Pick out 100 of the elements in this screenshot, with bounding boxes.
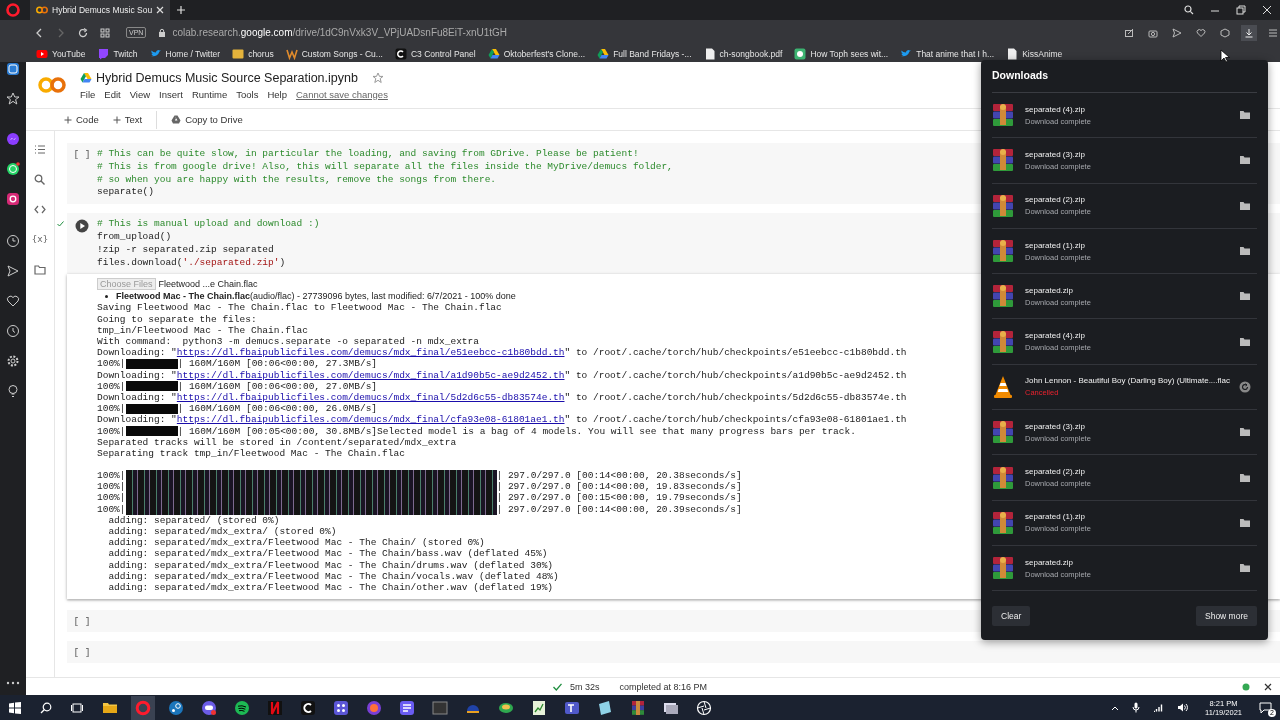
bookmark[interactable]: C3 Control Panel [394,47,476,60]
spreadsheet-icon[interactable] [531,699,547,716]
camera-icon[interactable] [1148,27,1158,38]
save-notice-link[interactable]: Cannot save changes [296,88,388,100]
code-editor[interactable]: # This is manual upload and download :) from_upload() !zip -r separated.zip separated files.download('./separated.zip') [97,218,320,270]
workspace-icon[interactable] [6,62,20,76]
star-icon[interactable] [371,71,384,84]
settings-icon[interactable] [6,354,20,368]
code-icon[interactable] [34,204,46,215]
aperture-icon[interactable] [696,699,712,716]
more-icon[interactable] [6,681,20,685]
task-view-icon[interactable] [71,701,83,714]
speaker-icon[interactable] [1177,703,1188,712]
back-icon[interactable] [34,27,44,38]
archive-icon [992,148,1014,173]
menu-item[interactable]: Edit [104,88,121,100]
search-icon[interactable] [40,701,52,714]
bookmark[interactable]: That anime that I h... [900,47,995,60]
run-button-icon[interactable] [75,219,89,234]
browser-tab[interactable]: Hybrid Demucs Music Sou [30,0,170,20]
url-link[interactable]: https://dl.fbaipublicfiles.com/demucs/mdx_final/5d2d6c55-db83574e.th [176,391,565,404]
clock-icon[interactable] [6,234,20,248]
clear-button[interactable]: Clear [992,605,1031,626]
retry-icon[interactable] [1239,380,1251,393]
folder-icon[interactable] [1239,246,1251,257]
windows-start-icon[interactable] [9,701,21,714]
reload-icon[interactable] [78,27,88,38]
archive-icon [992,284,1014,309]
history-icon[interactable] [6,324,20,338]
log-line: adding: separated/mdx_extra/Fleetwood Mac - The Chain/drums.wav (deflated 30%) [107,559,554,571]
note-icon[interactable] [597,699,613,716]
log-line: adding: separated/mdx_extra/ (stored 0%) [107,526,337,538]
wifi-icon[interactable] [1153,703,1164,712]
send-icon[interactable] [6,264,20,278]
folder-icon[interactable] [1239,155,1251,166]
log-line: tmp_in/Fleetwood Mac - The Chain.flac [97,324,308,336]
lightbulb-icon[interactable] [6,384,20,398]
bookmark[interactable]: Twitch [97,47,138,60]
close-icon[interactable] [1264,682,1272,691]
heart-icon[interactable] [6,294,20,308]
show-more-button[interactable]: Show more [1196,605,1257,626]
cell-marker[interactable]: [ ] [73,647,91,659]
notebook-title[interactable]: Hybrid Demucs Music Source Separation.ipynb [96,70,358,85]
url-link[interactable]: https://dl.fbaipublicfiles.com/demucs/mdx_final/cfa93e08-61801ae1.th [176,414,565,426]
toolbar-button[interactable]: Text [112,114,143,125]
restore-icon[interactable] [1236,5,1246,15]
bookmark[interactable]: Custom Songs - Cu... [285,47,383,60]
folder-icon[interactable] [1239,200,1251,211]
new-tab-icon[interactable] [176,5,186,15]
snapshot-icon[interactable] [1124,27,1134,38]
toc-icon[interactable] [34,144,46,155]
folder-icon[interactable] [1239,427,1251,438]
folder-icon[interactable] [1239,517,1251,528]
url-link[interactable]: https://dl.fbaipublicfiles.com/demucs/mdx_final/e51eebcc-c1b80bdd.th [176,347,565,359]
cell-marker[interactable]: [ ] [73,616,91,628]
address-field[interactable]: colab.research.google.com/drive/1dC9nVxk3V_VPjUADsnFu8EiT-xnU1tGH [172,27,507,38]
bookmark[interactable]: YouTube [36,47,86,60]
completed-time: completed at 8:16 PM [619,681,708,692]
log-text: Downloading: " [97,414,177,426]
list-app-icon[interactable] [399,699,415,716]
menu-item[interactable]: Help [267,88,287,100]
cell-marker[interactable]: [ ] [73,149,91,200]
folder-icon[interactable] [1239,563,1251,574]
browser-icon[interactable] [366,699,382,716]
download-icon[interactable] [1244,27,1254,38]
star-icon[interactable] [6,92,20,106]
bookmark[interactable]: Full Band Fridays -... [597,47,692,60]
bookmark[interactable]: KissAnime [1006,47,1063,60]
folder-icon[interactable] [1239,291,1251,302]
menu-item[interactable]: Tools [236,88,259,100]
cube-icon[interactable] [1220,27,1230,38]
grid-icon[interactable] [100,27,110,38]
toolbar-button[interactable]: Copy to Drive [171,114,243,125]
menu-item[interactable]: File [80,88,96,100]
chat-icon[interactable] [201,699,217,716]
folder-icon[interactable] [1239,110,1251,121]
code-editor[interactable]: # This can be quite slow, in particular the loading, and saving from GDrive. Please be patient! # This is from google drive! Also, this will separate all the files inside the MyDrive/demucs folder, # so when you are happy with the results, remove the songs from there. separate() [97,148,673,200]
folder-icon[interactable] [34,264,46,275]
terminal-icon[interactable] [432,699,448,716]
url-link[interactable]: https://dl.fbaipublicfiles.com/demucs/mdx_final/a1d90b5c-ae9d2452.th [176,369,565,381]
bookmark-icon [597,47,610,60]
heart-icon[interactable] [1196,27,1206,38]
microphone-icon[interactable] [1132,702,1140,713]
folder-icon[interactable] [1239,472,1251,483]
folder-icon[interactable] [1239,336,1251,347]
menu-item[interactable]: Runtime [191,88,228,100]
bookmark[interactable]: chorus [232,47,274,60]
bookmark[interactable]: ch-songbook.pdf [703,47,783,60]
archive-icon[interactable] [630,699,646,716]
variables-icon[interactable]: {x} [31,234,49,245]
search-icon[interactable] [1184,5,1194,15]
caret-icon[interactable] [1111,704,1119,711]
menu-item[interactable]: View [129,88,151,100]
menu-item[interactable]: Insert [159,88,183,100]
bookmark[interactable]: How Toph sees wit... [794,47,889,60]
bookmark[interactable]: Home / Twitter [149,47,221,60]
grid-app-icon[interactable] [333,699,349,716]
send-icon[interactable] [1172,27,1182,38]
toolbar-button[interactable]: Code [64,114,99,125]
bookmark[interactable]: Oktoberfest's Clone... [487,47,586,60]
